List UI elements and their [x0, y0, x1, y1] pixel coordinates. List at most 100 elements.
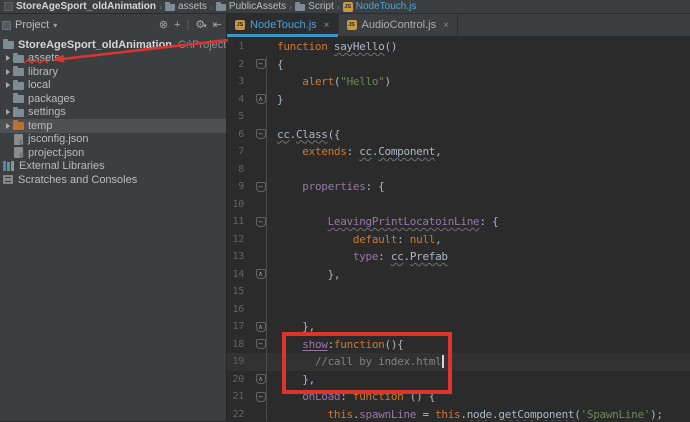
- line-number[interactable]: 2: [227, 56, 244, 74]
- code-line[interactable]: 20 ∧ },: [227, 371, 690, 389]
- line-number[interactable]: 19: [227, 353, 245, 371]
- fold-marker-icon[interactable]: −: [255, 129, 266, 140]
- fold-column: −: [244, 216, 277, 227]
- code-line[interactable]: 21− onLoad: function () {: [227, 388, 690, 406]
- breadcrumb-item-nodetouch.js[interactable]: JS NodeTouch.js: [341, 1, 419, 12]
- hide-panel-icon[interactable]: ⇤: [213, 19, 222, 31]
- chevron-down-icon[interactable]: ▾: [53, 21, 57, 30]
- tree-item-external-libraries[interactable]: External Libraries: [0, 160, 226, 174]
- code-line[interactable]: 2−{: [227, 56, 690, 74]
- line-number[interactable]: 11: [227, 213, 245, 231]
- code-line[interactable]: 14 ∧ },: [227, 266, 690, 284]
- code-token: default: [352, 232, 398, 246]
- tree-item-local[interactable]: local: [0, 79, 226, 93]
- tree-item-library[interactable]: library: [0, 65, 226, 79]
- code-token: Prefab: [409, 250, 448, 263]
- tab-label: NodeTouch.js: [250, 19, 317, 31]
- fold-marker-icon[interactable]: −: [255, 391, 266, 402]
- line-number[interactable]: 10: [227, 196, 245, 214]
- breadcrumb-item-script[interactable]: Script: [293, 1, 336, 12]
- fold-column: −: [244, 339, 277, 350]
- code-line[interactable]: 16: [227, 301, 690, 319]
- code-line[interactable]: 7 extends: cc.Component,: [227, 143, 690, 161]
- fold-marker-icon[interactable]: −: [255, 339, 266, 350]
- code-token: function: [277, 40, 334, 53]
- tree-item-temp[interactable]: temp: [0, 119, 226, 133]
- expand-arrow-icon[interactable]: [3, 55, 12, 62]
- code-line[interactable]: 17 ∧ },: [227, 318, 690, 336]
- code-line[interactable]: 18− show:function(){: [227, 336, 690, 354]
- code-line[interactable]: 9− properties: {: [227, 178, 690, 196]
- collapse-all-icon[interactable]: +: [174, 19, 180, 31]
- tree-item-assets[interactable]: assets: [0, 52, 226, 66]
- fold-marker-icon[interactable]: −: [255, 181, 266, 192]
- line-number[interactable]: 15: [227, 283, 245, 301]
- code-line[interactable]: 10: [227, 196, 690, 214]
- code-line[interactable]: 22 this.spawnLine = this.node.getCompone…: [227, 406, 690, 422]
- code-line[interactable]: 13 type: cc.Prefab: [227, 248, 690, 266]
- code-line[interactable]: 3 alert("Hello"): [227, 73, 690, 91]
- fold-marker-icon[interactable]: ∧: [255, 374, 266, 385]
- code-line[interactable]: 5: [227, 108, 690, 126]
- tree-item-project-json[interactable]: project.json: [0, 146, 226, 160]
- line-number[interactable]: 18: [227, 336, 245, 354]
- breadcrumb-item-storeagesport_oldanimation[interactable]: StoreAgeSport_oldAnimation: [2, 1, 158, 12]
- code-line[interactable]: 15: [227, 283, 690, 301]
- code-token: ,: [435, 232, 442, 246]
- tab-nodetouch.js[interactable]: JS NodeTouch.js ×: [227, 14, 339, 37]
- tab-audiocontrol.js[interactable]: JS AudioControl.js ×: [339, 14, 458, 36]
- line-number[interactable]: 16: [227, 301, 245, 319]
- code-token: },: [302, 372, 315, 386]
- code-line[interactable]: 19 //call by index.html: [227, 353, 690, 371]
- line-number[interactable]: 4: [227, 91, 244, 109]
- project-panel-title[interactable]: Project: [15, 19, 49, 31]
- close-icon[interactable]: ×: [324, 20, 330, 31]
- breadcrumb-item-assets[interactable]: assets: [163, 1, 209, 12]
- close-icon[interactable]: ×: [443, 20, 449, 31]
- line-number[interactable]: 8: [227, 161, 244, 179]
- expand-arrow-icon[interactable]: [3, 109, 12, 116]
- code-line[interactable]: 11− LeavingPrintLocatoinLine: {: [227, 213, 690, 231]
- settings-icon[interactable]: ⚙▾: [195, 19, 206, 31]
- code-line[interactable]: 4 ∧}: [227, 91, 690, 109]
- breadcrumb-label: Script: [308, 1, 334, 12]
- code-line[interactable]: 8: [227, 161, 690, 179]
- code-text: function sayHello(): [277, 38, 397, 56]
- project-tool-window-icon: [2, 20, 11, 30]
- tree-item-packages[interactable]: packages: [0, 92, 226, 106]
- breadcrumb-item-publicassets[interactable]: PublicAssets: [214, 1, 288, 12]
- line-number[interactable]: 3: [227, 73, 244, 91]
- line-number[interactable]: 12: [227, 231, 245, 249]
- line-number[interactable]: 20: [227, 371, 245, 389]
- line-number[interactable]: 14: [227, 266, 245, 284]
- line-number[interactable]: 9: [227, 178, 244, 196]
- expand-arrow-icon[interactable]: [3, 68, 12, 75]
- fold-marker-icon[interactable]: ∧: [255, 94, 266, 105]
- line-number[interactable]: 22: [227, 406, 245, 422]
- fold-marker-icon[interactable]: ∧: [255, 269, 266, 280]
- fold-marker-icon[interactable]: −: [255, 59, 266, 70]
- expand-arrow-icon[interactable]: [3, 122, 12, 129]
- code-editor[interactable]: 1 function sayHello() 2−{3 alert("Hello") 4…: [227, 37, 690, 421]
- code-line[interactable]: 1 function sayHello(): [227, 38, 690, 56]
- tree-item-storeagesport-oldanimation[interactable]: StoreAgeSport_oldAnimation C:\Projects\CO…: [0, 38, 226, 52]
- expand-arrow-icon[interactable]: [3, 82, 12, 89]
- line-number[interactable]: 13: [227, 248, 245, 266]
- line-number[interactable]: 17: [227, 318, 245, 336]
- fold-marker-icon[interactable]: −: [255, 216, 266, 227]
- line-number[interactable]: 5: [227, 108, 244, 126]
- line-number[interactable]: 1: [227, 38, 244, 56]
- tree-item-scratches-and-consoles[interactable]: Scratches and Consoles: [0, 173, 226, 187]
- code-line[interactable]: 6− cc.Class({: [227, 126, 690, 144]
- fold-marker-icon[interactable]: ∧: [255, 321, 266, 332]
- line-number[interactable]: 7: [227, 143, 244, 161]
- tree-item-settings[interactable]: settings: [0, 106, 226, 120]
- code-line[interactable]: 12 default: null,: [227, 231, 690, 249]
- line-number[interactable]: 21: [227, 388, 245, 406]
- tree-item-jsconfig-json[interactable]: jsconfig.json: [0, 133, 226, 147]
- locate-file-icon[interactable]: ⊗: [159, 19, 168, 31]
- line-number[interactable]: 6: [227, 126, 244, 144]
